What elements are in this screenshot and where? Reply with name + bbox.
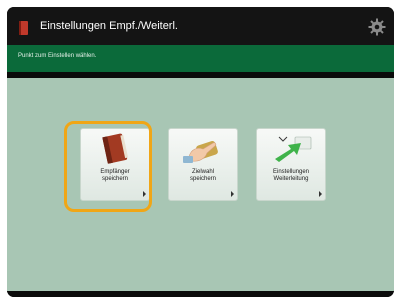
instruction-text: Punkt zum Einstellen wählen. — [18, 53, 97, 59]
tile-label: Einstellungen Weiterleitung — [272, 169, 310, 182]
title-bar: Einstellungen Empf./Weiterl. — [7, 7, 394, 45]
more-arrow-icon — [231, 191, 234, 197]
gear-icon[interactable] — [368, 18, 386, 36]
bottom-bar — [7, 291, 394, 297]
forward-arrow-icon — [275, 136, 312, 162]
instruction-bar: Punkt zum Einstellen wählen. — [7, 45, 394, 72]
page-title: Einstellungen Empf./Weiterl. — [40, 20, 178, 32]
more-arrow-icon — [319, 191, 322, 197]
tile-label: Zielwahl speichern — [189, 169, 216, 182]
selection-highlight — [64, 121, 152, 212]
save-speed-dial-button[interactable]: Zielwahl speichern — [168, 128, 238, 201]
book-icon — [19, 21, 28, 35]
hand-press-icon — [183, 141, 218, 163]
forwarding-settings-button[interactable]: Einstellungen Weiterleitung — [256, 128, 326, 201]
